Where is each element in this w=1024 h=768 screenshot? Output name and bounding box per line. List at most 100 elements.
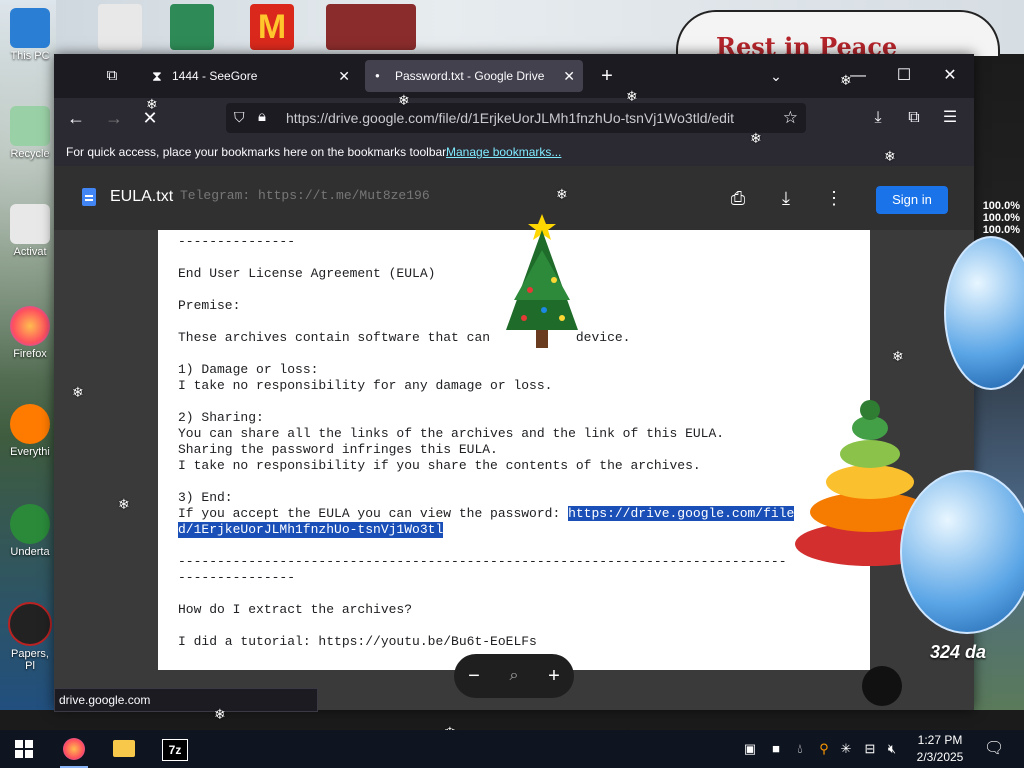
- status-url: drive.google.com: [59, 693, 151, 707]
- lock-icon[interactable]: 🔒︎: [258, 108, 266, 125]
- zoom-in-button[interactable]: +: [542, 664, 566, 688]
- start-button[interactable]: [0, 730, 48, 768]
- zoom-controls: − ⌕ +: [454, 654, 574, 698]
- meter-value: 100.0%: [982, 224, 1020, 236]
- doc-line: ----------------------------------------…: [178, 554, 787, 569]
- taskbar-firefox[interactable]: [50, 730, 98, 768]
- doc-line: I did a tutorial: https://youtu.be/Bu6t-…: [178, 634, 537, 649]
- downloads-button[interactable]: ⤓: [866, 106, 890, 130]
- doc-line: ---------------: [178, 234, 296, 249]
- taskbar-7zip[interactable]: 7z: [150, 730, 198, 768]
- zoom-out-button[interactable]: −: [462, 664, 486, 688]
- snowflake-icon: ❄: [118, 496, 130, 512]
- extensions-button[interactable]: ⧉: [902, 106, 926, 130]
- meter-value: 100.0%: [982, 200, 1020, 212]
- firefox-icon: [10, 306, 50, 346]
- tab-password-txt[interactable]: ● Password.txt - Google Drive ✕: [365, 60, 583, 92]
- snowflake-icon: ❄: [556, 186, 568, 202]
- hourglass-icon: ⧗: [152, 68, 162, 84]
- firefox-icon: [63, 738, 85, 760]
- tab-label: Password.txt - Google Drive: [395, 69, 545, 83]
- file-name: EULA.txt: [110, 188, 174, 205]
- password-link-selected[interactable]: https://drive.google.com/file: [568, 506, 795, 521]
- desktop-icon-firefox[interactable]: Firefox: [8, 306, 52, 360]
- navigation-toolbar: ← → ✕ ⛉ 🔒︎ https://drive.google.com/file…: [54, 98, 974, 138]
- desktop-icon-everything[interactable]: Everythi: [8, 404, 52, 458]
- firefox-window: ⧉ ⧗ 1444 - SeeGore ✕ ● Password.txt - Go…: [54, 54, 974, 710]
- snowflake-icon: ❄: [892, 348, 904, 364]
- widget-button[interactable]: [862, 666, 902, 706]
- volume-muted-icon[interactable]: 🔇︎: [884, 740, 900, 758]
- url-text[interactable]: https://drive.google.com/file/d/1ErjkeUo…: [286, 110, 734, 126]
- system-clock[interactable]: 1:27 PM 2/3/2025: [904, 732, 976, 766]
- password-link-selected-continued[interactable]: d/1ErjkeUorJLMh1fnzhUo-tsnVj1Wo3tl: [178, 522, 444, 538]
- christmas-tree-widget: [506, 214, 578, 348]
- url-bar[interactable]: ⛉ 🔒︎ https://drive.google.com/file/d/1Er…: [226, 103, 806, 133]
- snowflake-icon: ❄: [214, 706, 226, 722]
- desktop-icon-this-pc[interactable]: This PC: [8, 8, 52, 62]
- desktop-icon-label: Underta: [10, 546, 50, 558]
- document-icon: [10, 204, 50, 244]
- more-options-icon[interactable]: ⋮: [822, 186, 846, 210]
- download-icon[interactable]: ⤓: [774, 186, 798, 210]
- sticker-icon[interactable]: [98, 4, 142, 50]
- clock-date: 2/3/2025: [916, 750, 964, 764]
- desktop-icon-activate[interactable]: Activat: [8, 204, 52, 258]
- computer-icon: [10, 8, 50, 48]
- desktop-icon-label: Recycle: [10, 148, 50, 160]
- menu-button[interactable]: ☰: [938, 106, 962, 130]
- undertale-icon: [10, 504, 50, 544]
- notification-center-icon[interactable]: 🗨︎: [984, 740, 1004, 758]
- sign-in-button[interactable]: Sign in: [876, 186, 948, 214]
- bookmark-star-icon[interactable]: ☆: [783, 108, 798, 128]
- doc-line: How do I extract the archives?: [178, 602, 413, 617]
- google-docs-file-icon: [82, 188, 96, 206]
- droplet-icon[interactable]: 💧︎: [792, 740, 808, 758]
- doc-line: 2) Sharing:: [178, 410, 264, 425]
- doc-line: 3) End:: [178, 490, 233, 505]
- close-icon[interactable]: ✕: [338, 60, 350, 92]
- taskbar: 7z ▣ ■ 💧︎ ⚲ ✳ ⊟ 🔇︎ 1:27 PM 2/3/2025 🗨︎: [0, 730, 1024, 768]
- doc-line: ---------------: [178, 570, 296, 585]
- 7zip-icon: 7z: [162, 739, 188, 761]
- desktop-icon-label: Firefox: [13, 348, 47, 360]
- status-link-tooltip: drive.google.com: [54, 688, 318, 712]
- new-tab-button[interactable]: +: [594, 64, 620, 88]
- print-icon[interactable]: ⎙: [726, 186, 750, 210]
- network-icon[interactable]: ⊟: [862, 740, 878, 758]
- list-all-tabs-button[interactable]: ⌄: [764, 64, 788, 88]
- doc-line: You can share all the links of the archi…: [178, 426, 725, 441]
- zoom-reset-icon[interactable]: ⌕: [502, 664, 526, 688]
- maximize-button[interactable]: ☐: [882, 62, 926, 90]
- close-icon[interactable]: ✕: [563, 60, 575, 92]
- doc-text: If you accept the EULA you can view the …: [178, 506, 569, 521]
- snowflake-icon: ❄: [840, 72, 852, 88]
- manage-bookmarks-link[interactable]: Manage bookmarks...: [446, 138, 561, 166]
- doc-line: I take no responsibility for any damage …: [178, 378, 553, 393]
- snowflake-icon: ❄: [750, 130, 762, 146]
- search-icon[interactable]: ⚲: [816, 740, 832, 758]
- shield-icon[interactable]: ⛉: [234, 109, 245, 126]
- back-button[interactable]: ←: [64, 106, 88, 130]
- tab-bar: ⧉ ⧗ 1444 - SeeGore ✕ ● Password.txt - Go…: [54, 54, 974, 98]
- desktop-icon-papers-please[interactable]: Papers, Pl: [8, 602, 52, 672]
- game-character-icon[interactable]: [170, 4, 214, 50]
- desktop-background-bottom: [0, 710, 1024, 730]
- tray-app-icon[interactable]: ■: [768, 740, 784, 758]
- papers-please-icon: [8, 602, 52, 646]
- firefox-view-button[interactable]: ⧉: [102, 66, 122, 86]
- desktop-icon-undertale[interactable]: Underta: [8, 504, 52, 558]
- forward-button[interactable]: →: [102, 106, 126, 130]
- tab-seegore[interactable]: ⧗ 1444 - SeeGore ✕: [142, 60, 358, 92]
- everything-search-icon: [10, 404, 50, 444]
- taskbar-file-explorer[interactable]: [100, 730, 148, 768]
- meter-value: 100.0%: [982, 212, 1020, 224]
- snowflake-icon: ❄: [146, 96, 158, 112]
- tray-app-icon[interactable]: ▣: [742, 740, 758, 758]
- mcdonalds-icon[interactable]: M: [250, 4, 294, 50]
- desktop-icon-label: This PC: [10, 50, 50, 62]
- close-window-button[interactable]: ✕: [928, 62, 972, 90]
- loading-dot-icon: ●: [375, 71, 380, 80]
- desktop-icon-recycle-bin[interactable]: Recycle: [8, 106, 52, 160]
- snowflake-tray-icon[interactable]: ✳: [838, 740, 854, 758]
